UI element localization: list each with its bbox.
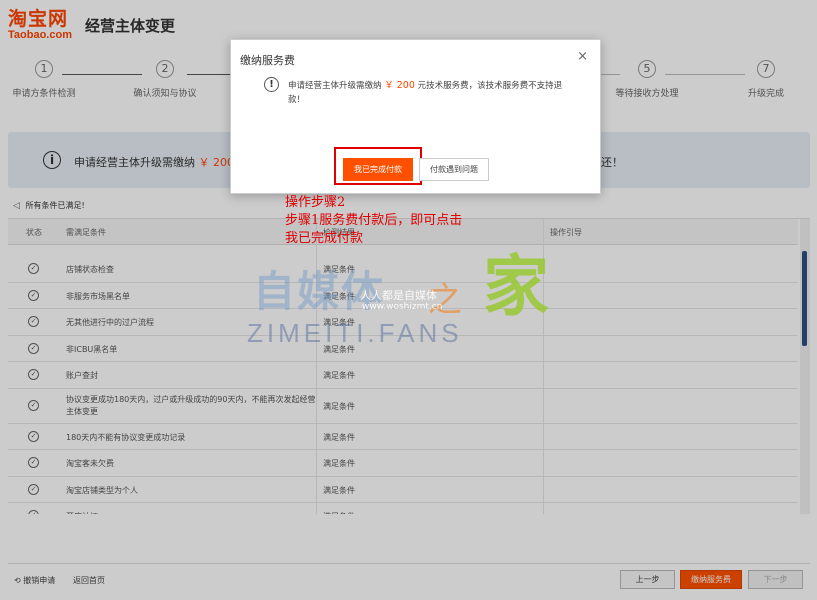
dialog-price: ￥ 200 [384, 80, 415, 91]
dialog-message-prefix: 申请经营主体升级需缴纳 [288, 81, 382, 91]
payment-problem-button[interactable]: 付款遇到问题 [419, 158, 489, 181]
dialog-message: 申请经营主体升级需缴纳 ￥ 200 元技术服务费，该技术服务费不支持退款！ [288, 79, 578, 107]
payment-done-button[interactable]: 我已完成付款 [343, 158, 413, 181]
annotation-line-1: 操作步骤2 [285, 195, 346, 210]
watermark-jia: 家 [483, 248, 549, 325]
annotation-line-2: 步骤1服务费付款后，即可点击 [285, 213, 463, 228]
watermark-url: www.woshizmt.cn [362, 302, 443, 312]
watermark-fans: ZIMEITI.FANS [247, 318, 463, 348]
annotation-line-3: 我已完成付款 [285, 231, 364, 246]
instruction-annotation: 操作步骤2 步骤1服务费付款后，即可点击 我已完成付款 [285, 194, 515, 248]
watermark-tagline: 人人都是自媒体 [360, 289, 437, 302]
info-icon: ! [264, 77, 279, 92]
pay-service-fee-dialog: 缴纳服务费 × ! 申请经营主体升级需缴纳 ￥ 200 元技术服务费，该技术服务… [230, 39, 601, 194]
close-icon[interactable]: × [577, 50, 588, 64]
dialog-title: 缴纳服务费 [240, 54, 295, 67]
